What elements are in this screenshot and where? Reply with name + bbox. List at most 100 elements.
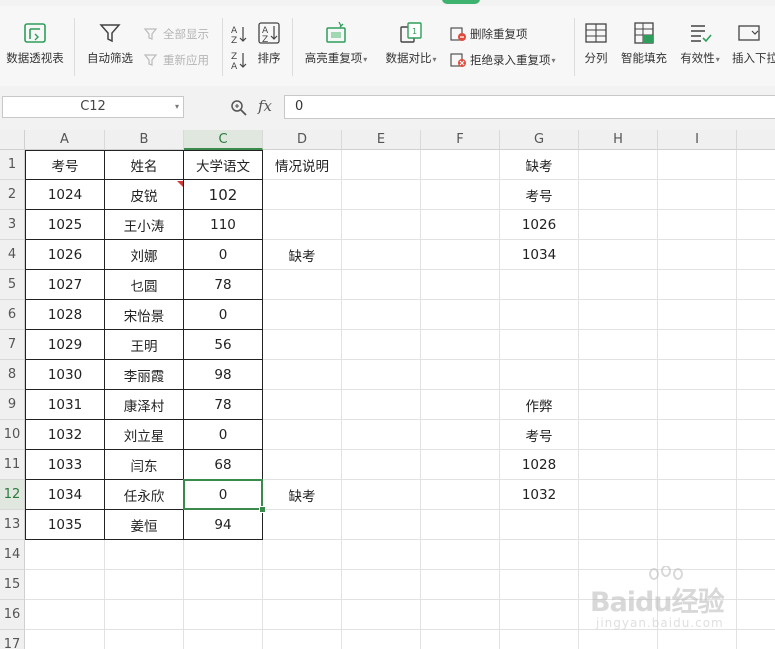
cell[interactable]	[421, 480, 500, 510]
cell[interactable]: 1026	[25, 240, 105, 270]
column-header[interactable]: F	[421, 130, 500, 150]
cell[interactable]: 李丽霞	[105, 360, 184, 390]
insert-dropdown-button[interactable]: 插入下拉	[732, 20, 775, 66]
cell[interactable]	[421, 270, 500, 300]
cell[interactable]	[658, 300, 737, 330]
cell[interactable]	[342, 540, 421, 570]
cell[interactable]	[658, 330, 737, 360]
cell[interactable]	[658, 510, 737, 540]
cell[interactable]: 大学语文	[184, 150, 263, 180]
cell[interactable]	[342, 270, 421, 300]
cell[interactable]: 0	[184, 420, 263, 450]
cell[interactable]	[421, 330, 500, 360]
cell[interactable]	[500, 510, 579, 540]
row-header[interactable]: 3	[0, 210, 25, 240]
cell[interactable]	[421, 600, 500, 630]
cell[interactable]	[579, 360, 658, 390]
select-all-corner[interactable]	[0, 130, 25, 150]
reject-duplicate-entry-button[interactable]: 拒绝录入重复项 ▾	[450, 52, 556, 68]
cell[interactable]: 王小涛	[105, 210, 184, 240]
cell[interactable]	[342, 630, 421, 649]
cell[interactable]: 1026	[500, 210, 579, 240]
cell[interactable]	[342, 330, 421, 360]
row-header[interactable]: 13	[0, 510, 25, 540]
cell[interactable]: 1034	[25, 480, 105, 510]
cell[interactable]: 1031	[25, 390, 105, 420]
cell[interactable]	[737, 240, 775, 270]
cell[interactable]	[579, 450, 658, 480]
column-header[interactable]: D	[263, 130, 342, 150]
split-column-button[interactable]: 分列	[580, 20, 612, 66]
cell[interactable]	[737, 600, 775, 630]
chevron-down-icon[interactable]: ▾	[175, 97, 179, 117]
cell[interactable]	[263, 630, 342, 649]
cell[interactable]: 考号	[25, 150, 105, 180]
cell[interactable]: 1024	[25, 180, 105, 210]
cell[interactable]	[737, 420, 775, 450]
cell[interactable]	[658, 390, 737, 420]
cell[interactable]	[658, 420, 737, 450]
cell[interactable]	[342, 570, 421, 600]
cell[interactable]: 作弊	[500, 390, 579, 420]
cell[interactable]	[263, 570, 342, 600]
column-header[interactable]: E	[342, 130, 421, 150]
cell[interactable]	[342, 150, 421, 180]
cell[interactable]	[579, 240, 658, 270]
cell[interactable]	[500, 630, 579, 649]
cell[interactable]: 56	[184, 330, 263, 360]
cell[interactable]	[500, 360, 579, 390]
column-header[interactable]: C	[184, 130, 263, 150]
autofilter-button[interactable]: 自动筛选	[84, 20, 136, 66]
cell[interactable]	[342, 360, 421, 390]
row-header[interactable]: 11	[0, 450, 25, 480]
cell[interactable]	[579, 420, 658, 450]
cell[interactable]	[658, 150, 737, 180]
cell[interactable]	[263, 420, 342, 450]
cell[interactable]	[737, 300, 775, 330]
cell[interactable]: 102	[184, 180, 263, 210]
cell[interactable]	[579, 330, 658, 360]
pivot-table-button[interactable]: 数据透视表	[4, 20, 66, 66]
row-header[interactable]: 6	[0, 300, 25, 330]
cell[interactable]	[658, 270, 737, 300]
cell[interactable]	[737, 450, 775, 480]
cell[interactable]	[658, 240, 737, 270]
cell[interactable]: 刘立星	[105, 420, 184, 450]
show-all-button[interactable]: 全部显示	[144, 26, 209, 42]
cell[interactable]: 78	[184, 390, 263, 420]
row-header[interactable]: 9	[0, 390, 25, 420]
cell[interactable]	[342, 210, 421, 240]
row-header[interactable]: 4	[0, 240, 25, 270]
cell[interactable]: 78	[184, 270, 263, 300]
cell[interactable]: 情况说明	[263, 150, 342, 180]
cell[interactable]	[263, 450, 342, 480]
cell[interactable]	[500, 300, 579, 330]
cell[interactable]: 缺考	[263, 480, 342, 510]
data-compare-button[interactable]: 1 数据对比▾	[380, 20, 442, 66]
cell[interactable]	[342, 300, 421, 330]
sort-ascending-button[interactable]: A Z	[230, 24, 248, 44]
cell[interactable]: 缺考	[263, 240, 342, 270]
row-header[interactable]: 12	[0, 480, 25, 510]
cell[interactable]	[579, 270, 658, 300]
cell[interactable]	[342, 180, 421, 210]
cell[interactable]: 1027	[25, 270, 105, 300]
cell[interactable]	[421, 360, 500, 390]
cell[interactable]: 1028	[25, 300, 105, 330]
cell[interactable]	[263, 510, 342, 540]
cell[interactable]	[184, 570, 263, 600]
fill-handle[interactable]	[259, 506, 266, 513]
cell[interactable]: 考号	[500, 180, 579, 210]
row-header[interactable]: 7	[0, 330, 25, 360]
name-box[interactable]: C12 ▾	[2, 96, 184, 118]
sort-button[interactable]: A Z 排序	[254, 20, 284, 66]
cell[interactable]: 缺考	[500, 150, 579, 180]
cell[interactable]: 1030	[25, 360, 105, 390]
cell[interactable]	[342, 450, 421, 480]
cell[interactable]: 皮锐	[105, 180, 184, 210]
cell[interactable]	[421, 630, 500, 649]
cell[interactable]	[263, 210, 342, 240]
cell[interactable]: 1025	[25, 210, 105, 240]
cell[interactable]	[737, 210, 775, 240]
cell[interactable]: 宋怡景	[105, 300, 184, 330]
